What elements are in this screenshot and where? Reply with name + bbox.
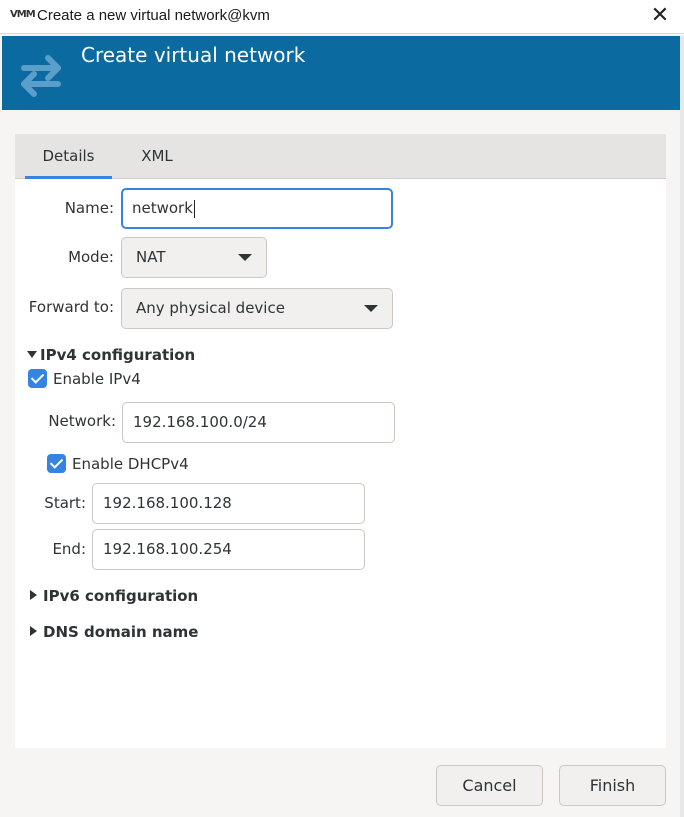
network-input[interactable]: 192.168.100.0/24: [122, 402, 395, 443]
expander-right-icon: [30, 590, 37, 600]
cancel-button[interactable]: Cancel: [436, 765, 543, 806]
text-caret: [193, 199, 195, 218]
enable-ipv4-label: Enable IPv4: [53, 370, 141, 388]
name-input[interactable]: network: [121, 188, 393, 229]
network-value: 192.168.100.0/24: [133, 413, 267, 431]
start-input[interactable]: 192.168.100.128: [92, 483, 365, 524]
close-icon[interactable]: ✕: [648, 2, 672, 30]
chevron-down-icon: [238, 254, 252, 261]
finish-button[interactable]: Finish: [559, 765, 666, 806]
network-label: Network:: [48, 412, 116, 430]
window-titlebar: VMM Create a new virtual network@kvm ✕: [0, 0, 684, 34]
app-icon: VMM: [10, 9, 36, 20]
dns-expander[interactable]: DNS domain name: [30, 623, 198, 641]
header-banner: Create virtual network: [2, 36, 680, 110]
name-label: Name:: [64, 199, 114, 217]
ipv4-expander[interactable]: IPv4 configuration: [27, 346, 195, 364]
enable-ipv4-checkbox[interactable]: Enable IPv4: [28, 368, 141, 388]
end-input[interactable]: 192.168.100.254: [92, 529, 365, 570]
ipv6-header: IPv6 configuration: [43, 587, 199, 605]
end-label: End:: [52, 540, 86, 558]
window-title: Create a new virtual network@kvm: [37, 7, 270, 24]
dns-header: DNS domain name: [43, 623, 199, 641]
start-value: 192.168.100.128: [103, 494, 232, 512]
network-arrows-icon: [21, 55, 61, 97]
enable-dhcp-checkbox[interactable]: Enable DHCPv4: [47, 453, 189, 473]
checkbox-checked-icon: [47, 453, 66, 473]
mode-value: NAT: [136, 248, 166, 266]
ipv6-expander[interactable]: IPv6 configuration: [30, 587, 198, 605]
ipv4-header: IPv4 configuration: [40, 346, 196, 364]
tab-details[interactable]: Details: [25, 134, 112, 179]
checkbox-checked-icon: [28, 368, 47, 388]
forward-value: Any physical device: [136, 299, 285, 317]
banner-heading: Create virtual network: [81, 43, 306, 67]
expander-right-icon: [30, 626, 37, 636]
start-label: Start:: [44, 494, 86, 512]
forward-label: Forward to:: [28, 298, 114, 316]
tab-bar: Details XML: [15, 134, 666, 179]
chevron-down-icon: [364, 305, 378, 312]
forward-select[interactable]: Any physical device: [121, 288, 393, 329]
mode-select[interactable]: NAT: [121, 237, 267, 278]
expander-down-icon: [27, 350, 37, 358]
mode-label: Mode:: [68, 248, 114, 266]
name-value: network: [132, 199, 193, 217]
window-edge: [680, 36, 684, 817]
tab-xml[interactable]: XML: [127, 134, 187, 179]
end-value: 192.168.100.254: [103, 540, 232, 558]
enable-dhcp-label: Enable DHCPv4: [72, 455, 189, 473]
